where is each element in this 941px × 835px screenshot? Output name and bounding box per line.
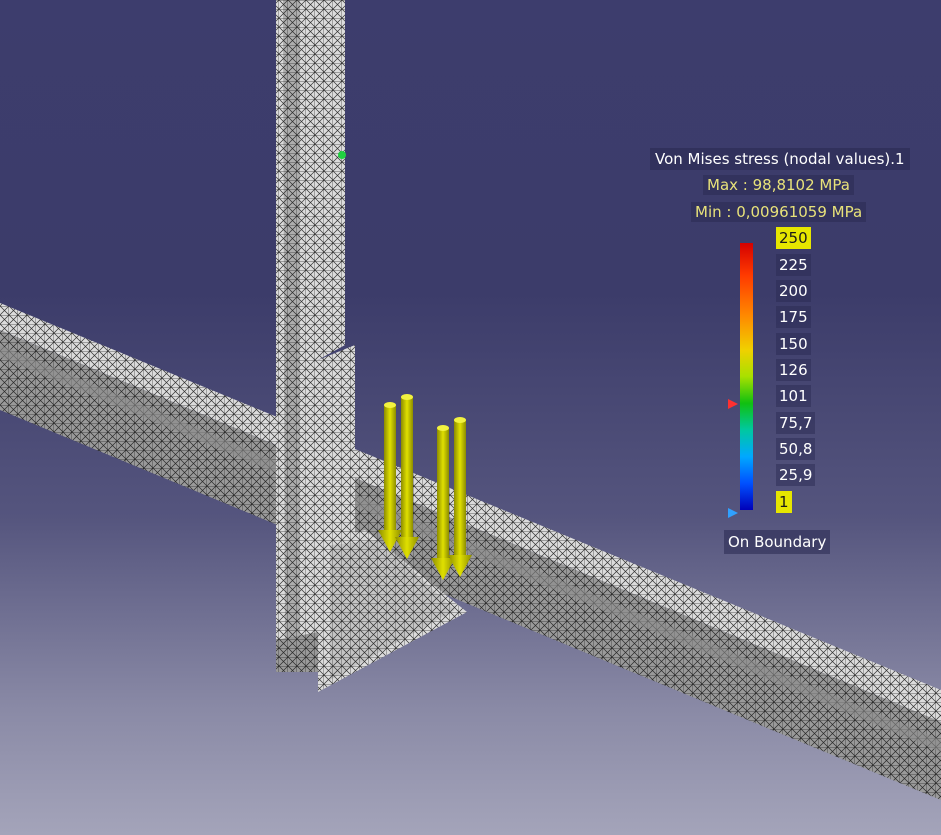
legend-title: Von Mises stress (nodal values).1 xyxy=(650,148,910,170)
scale-tick-label: 75,7 xyxy=(776,412,816,434)
scale-tick-label: 200 xyxy=(776,280,811,302)
scale-tick-label: 25,9 xyxy=(776,464,816,486)
scale-tick-label: 126 xyxy=(776,359,811,381)
on-boundary-label: On Boundary xyxy=(724,530,831,554)
min-value-marker-icon xyxy=(728,508,738,518)
scale-tick-label: 150 xyxy=(776,333,811,355)
legend-max-value: Max : 98,8102 MPa xyxy=(703,175,854,195)
legend-min-value: Min : 0,00961059 MPa xyxy=(691,202,867,222)
analysis-viewport[interactable]: Von Mises stress (nodal values).1 Max : … xyxy=(0,0,941,835)
max-value-marker-icon xyxy=(728,399,738,409)
scale-tick-label: 1 xyxy=(776,491,792,513)
stress-hotspot-marker xyxy=(338,151,346,159)
scale-tick-label: 225 xyxy=(776,254,811,276)
color-scale-bar[interactable] xyxy=(740,243,753,510)
scale-tick-label: 175 xyxy=(776,306,811,328)
scale-tick-label: 101 xyxy=(776,385,811,407)
scale-tick-label: 50,8 xyxy=(776,438,816,460)
scale-tick-label: 250 xyxy=(776,227,811,249)
